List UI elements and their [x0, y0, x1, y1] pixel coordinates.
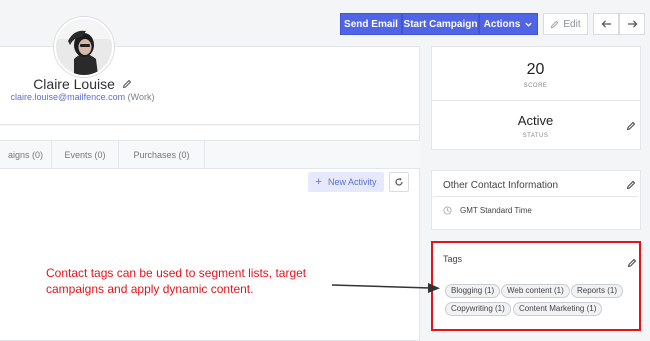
contact-email-type: (Work) [127, 92, 155, 102]
arrow-left-icon [601, 20, 611, 28]
plus-icon: + [315, 176, 322, 188]
pencil-icon[interactable] [626, 180, 636, 190]
tab-purchases[interactable]: Purchases (0) [119, 141, 205, 168]
pencil-icon[interactable] [627, 258, 637, 268]
tag-chip[interactable]: Content Marketing (1) [513, 302, 603, 316]
edit-button[interactable]: Edit [543, 13, 588, 35]
start-campaign-button[interactable]: Start Campaign [402, 13, 479, 35]
profile-photo [56, 19, 112, 75]
clock-icon [443, 206, 452, 215]
score-label: SCORE [523, 83, 548, 89]
arrow-right-icon [627, 20, 637, 28]
next-contact-button[interactable] [619, 13, 645, 35]
tag-chip[interactable]: Blogging (1) [445, 284, 501, 298]
timezone-value: GMT Standard Time [460, 206, 532, 215]
annotation-text: Contact tags can be used to segment list… [46, 266, 307, 296]
other-info-title: Other Contact Information [443, 180, 559, 191]
tab-campaigns[interactable]: aigns (0) [0, 141, 52, 168]
refresh-icon [395, 177, 403, 186]
tab-events[interactable]: Events (0) [52, 141, 119, 168]
edit-label: Edit [563, 18, 581, 30]
actions-label: Actions [483, 18, 521, 30]
annotation-arrow [331, 283, 440, 293]
new-activity-button[interactable]: + New Activity [308, 172, 384, 192]
activity-tabs: aigns (0) Events (0) Purchases (0) [0, 140, 420, 169]
status-value: Active [517, 113, 554, 128]
previous-contact-button[interactable] [593, 13, 619, 35]
contact-email-link[interactable]: claire.louise@mailfence.com [10, 92, 125, 102]
pencil-icon[interactable] [626, 121, 636, 131]
contact-name: Claire Louise [0, 76, 165, 92]
tag-chip[interactable]: Copywriting (1) [445, 302, 511, 316]
pencil-icon[interactable] [122, 79, 132, 89]
score-value: 20 [526, 61, 545, 78]
new-activity-label: New Activity [327, 177, 377, 187]
other-info-panel [431, 170, 641, 230]
avatar [54, 17, 114, 77]
contact-name-text: Claire Louise [33, 76, 115, 92]
refresh-button[interactable] [389, 172, 409, 192]
actions-dropdown-button[interactable]: Actions [479, 13, 538, 35]
divider [432, 100, 640, 101]
tag-chip[interactable]: Reports (1) [571, 284, 624, 298]
tag-chip[interactable]: Web content (1) [501, 284, 570, 298]
divider [433, 196, 638, 197]
status-label: STATUS [522, 133, 549, 139]
chevron-down-icon [525, 22, 533, 27]
tags-title: Tags [443, 254, 463, 264]
pencil-icon [551, 20, 559, 28]
send-email-button[interactable]: Send Email [340, 13, 402, 35]
contact-email-line: claire.louise@mailfence.com (Work) [0, 92, 165, 102]
